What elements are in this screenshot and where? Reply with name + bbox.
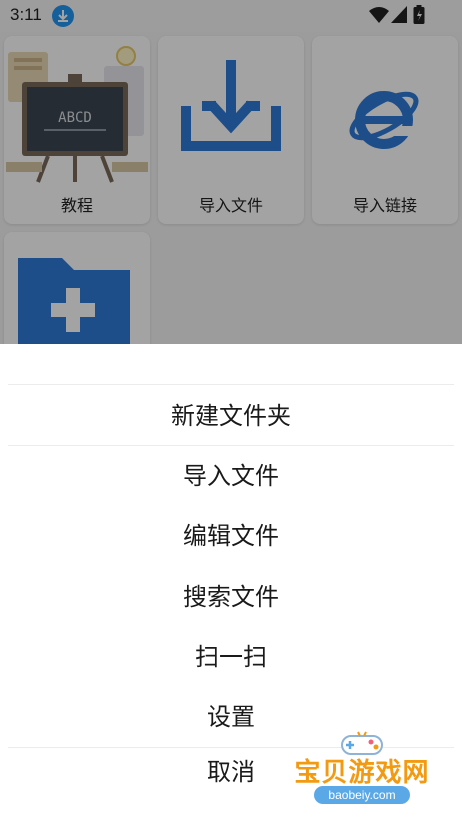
divider [8, 384, 454, 385]
menu-item-new-folder[interactable]: 新建文件夹 [0, 386, 462, 446]
menu-item-import-file[interactable]: 导入文件 [0, 446, 462, 506]
watermark: 宝贝游戏网 baobeiy.com [282, 726, 452, 821]
modal-dim-overlay[interactable] [0, 0, 462, 344]
watermark-url: baobeiy.com [314, 786, 410, 804]
watermark-name: 宝贝游戏网 [294, 758, 430, 788]
menu-item-edit-file[interactable]: 编辑文件 [0, 506, 462, 566]
menu-item-scan[interactable]: 扫一扫 [0, 627, 462, 687]
menu-item-search-file[interactable]: 搜索文件 [0, 567, 462, 627]
